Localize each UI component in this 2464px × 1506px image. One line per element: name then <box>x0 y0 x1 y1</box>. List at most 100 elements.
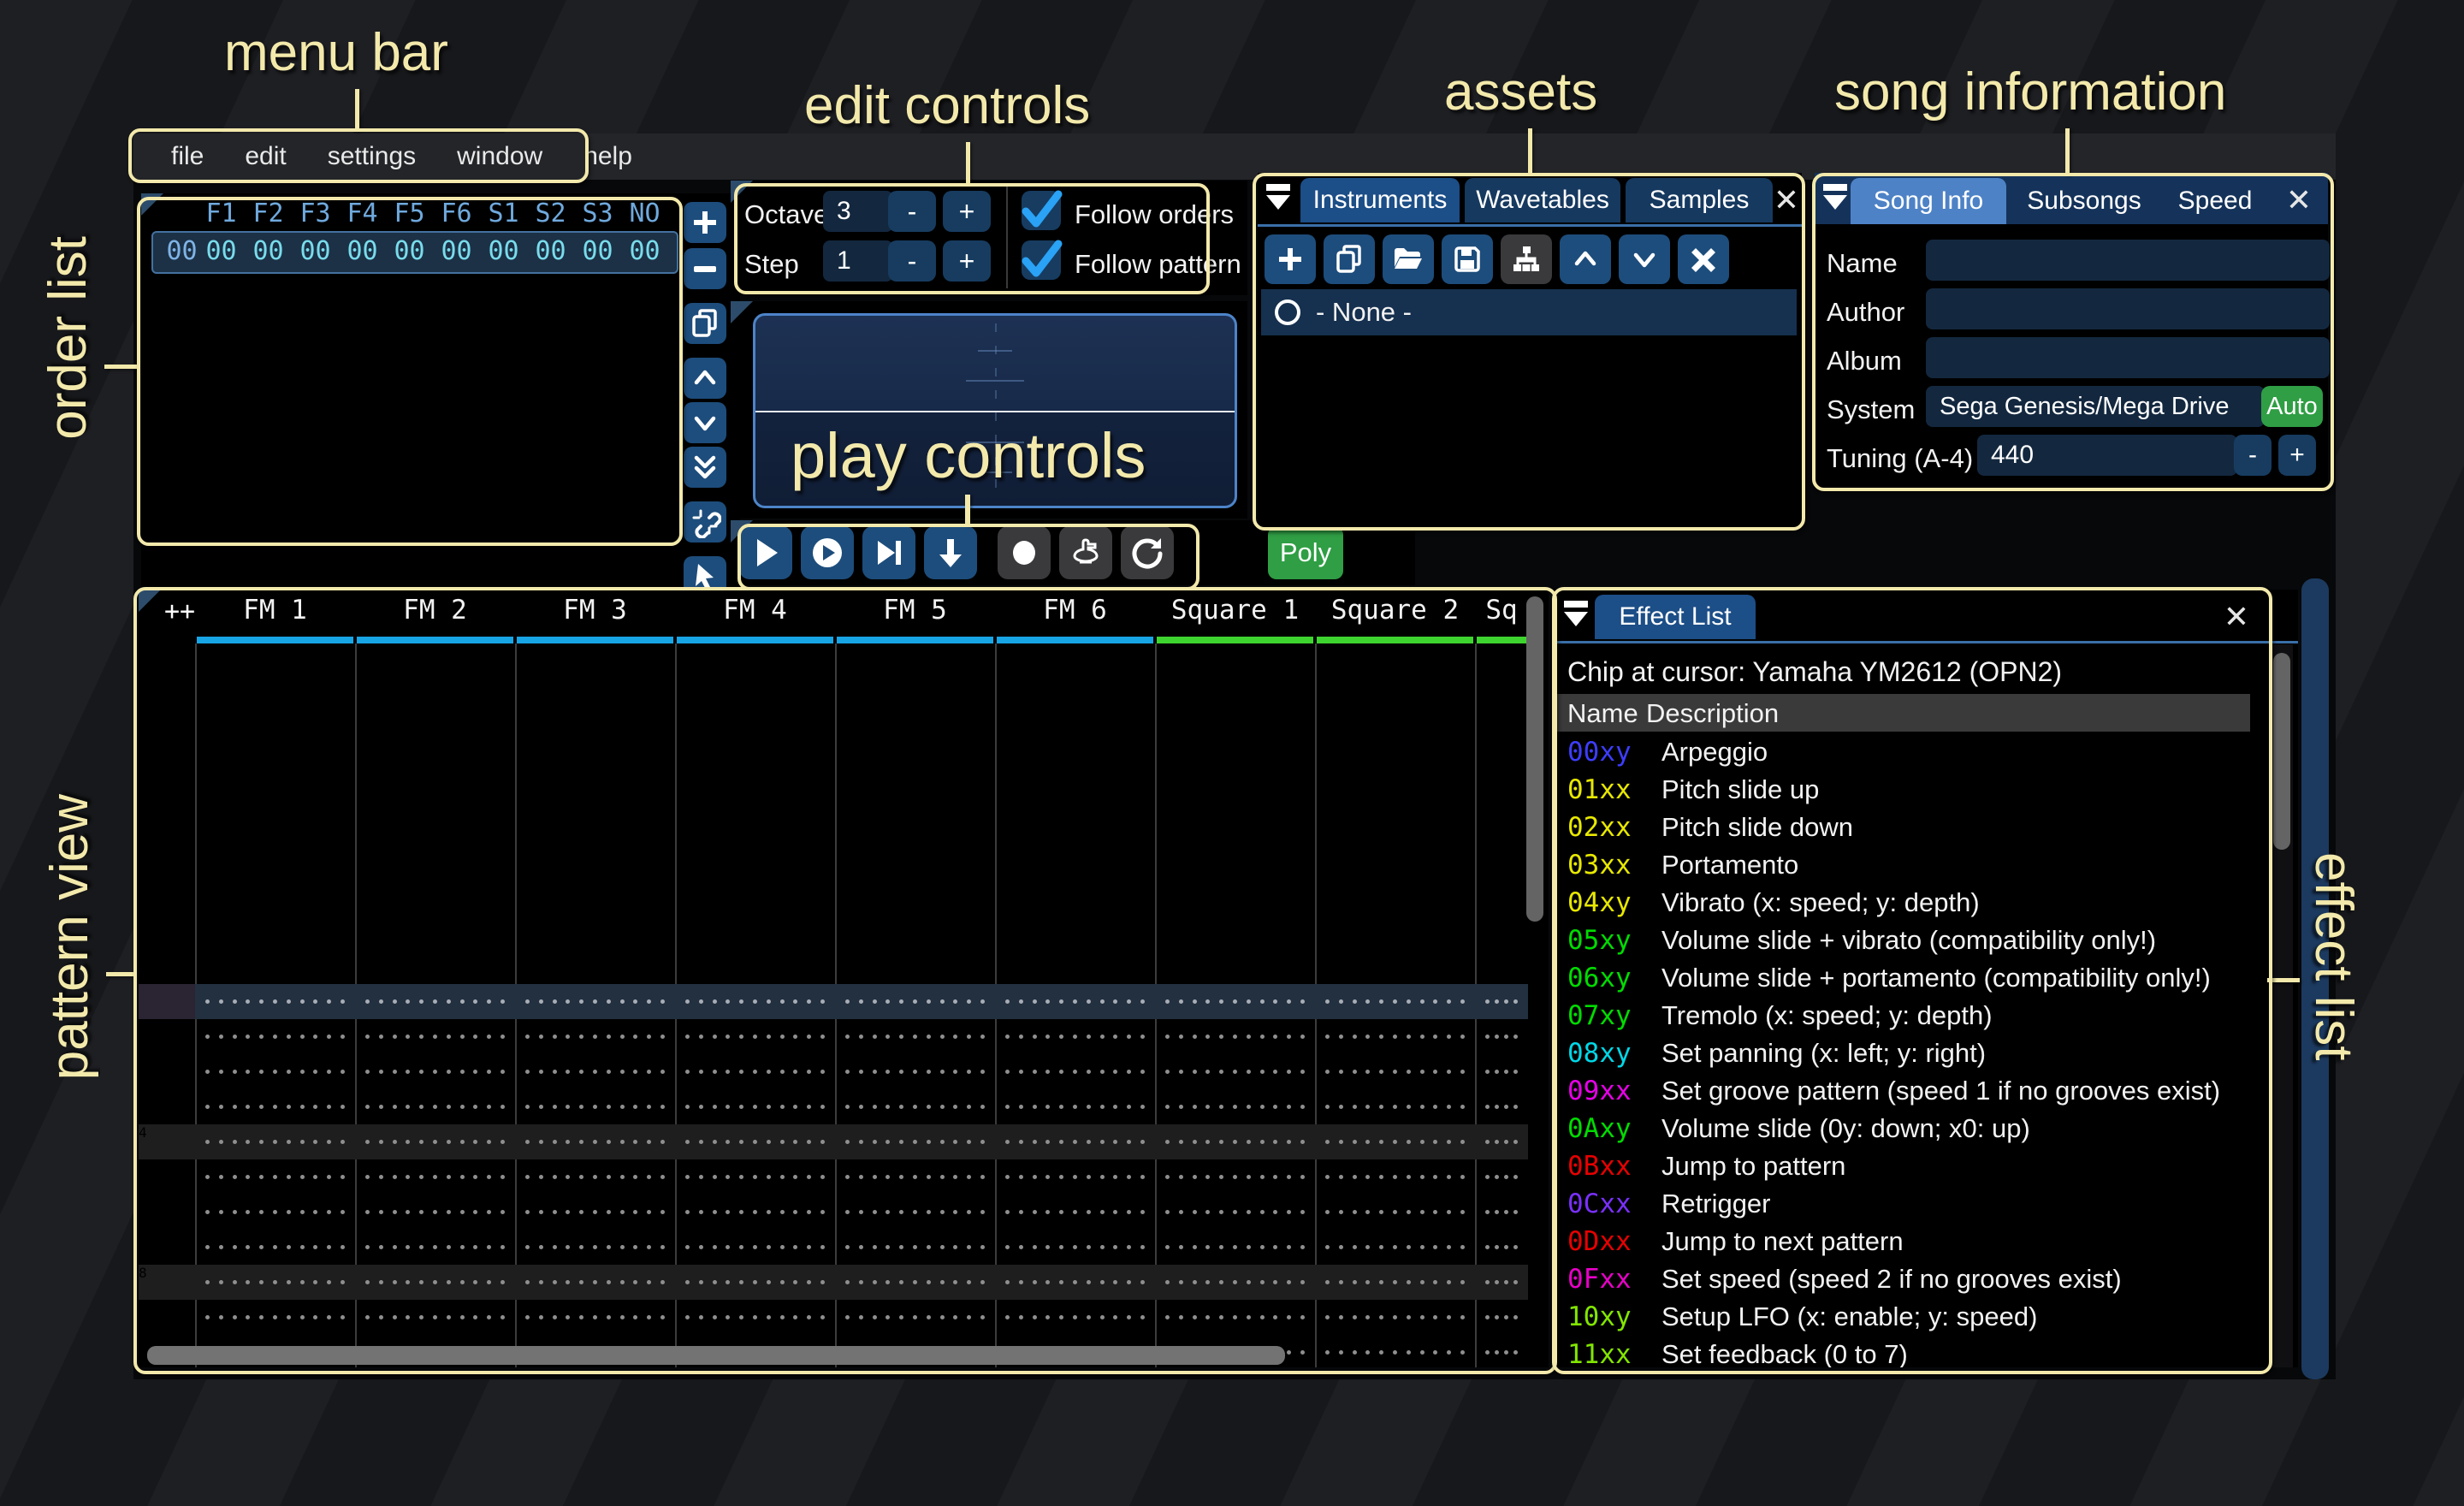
pattern-cell[interactable] <box>995 1265 1155 1300</box>
pattern-cell[interactable] <box>355 1195 515 1230</box>
effect-row-08xy[interactable]: 08xy Set panning (x: left; y: right) <box>1567 1038 1986 1069</box>
pattern-cell[interactable] <box>195 1019 355 1054</box>
close-icon[interactable]: ✕ <box>2221 599 2252 634</box>
pattern-cell[interactable] <box>995 1300 1155 1335</box>
pattern-cell[interactable] <box>835 1159 995 1195</box>
pattern-row[interactable]: 6 <box>139 1195 1528 1230</box>
pattern-cell[interactable] <box>515 1159 675 1195</box>
pattern-cell[interactable] <box>355 1230 515 1265</box>
move-up-button[interactable] <box>684 358 726 399</box>
order-cell[interactable]: 00 <box>621 236 668 266</box>
pattern-cell[interactable] <box>1155 1230 1315 1265</box>
move-up-button[interactable] <box>1560 234 1611 284</box>
collapse-window-icon[interactable] <box>1265 183 1294 212</box>
order-cell[interactable]: 00 <box>339 236 386 266</box>
order-cell[interactable]: 00 <box>198 236 245 266</box>
pattern-cell[interactable] <box>1315 1054 1475 1089</box>
pattern-cell[interactable] <box>675 1089 835 1124</box>
pattern-cell[interactable] <box>515 1195 675 1230</box>
pattern-cell[interactable] <box>515 1265 675 1300</box>
effect-vertical-scrollbar[interactable] <box>2273 653 2290 850</box>
author-input[interactable] <box>1926 288 2330 329</box>
channel-header-fm-6[interactable]: FM 6 <box>995 595 1155 626</box>
pattern-cell[interactable] <box>1155 984 1315 1019</box>
effect-row-02xx[interactable]: 02xx Pitch slide down <box>1567 812 1853 843</box>
pattern-cell[interactable] <box>355 1300 515 1335</box>
pattern-cell[interactable] <box>995 1054 1155 1089</box>
effect-row-11xx[interactable]: 11xx Set feedback (0 to 7) <box>1567 1339 1908 1367</box>
menu-item-edit[interactable]: edit <box>224 142 306 171</box>
tab-song-info[interactable]: Song Info <box>1851 178 2006 224</box>
effect-row-0Fxx[interactable]: 0Fxx Set speed (speed 2 if no grooves exi… <box>1567 1264 2122 1295</box>
pattern-cell[interactable] <box>1475 1159 1528 1195</box>
pattern-cell[interactable] <box>195 1265 355 1300</box>
channel-header-sq[interactable]: Sq <box>1475 595 1528 626</box>
repeat-pattern-button[interactable] <box>1121 526 1174 579</box>
pattern-cell[interactable] <box>675 1265 835 1300</box>
tab-subsongs[interactable]: Subsongs <box>2017 178 2152 224</box>
pattern-cell[interactable] <box>515 984 675 1019</box>
add-button[interactable] <box>1265 234 1316 284</box>
pattern-cell[interactable] <box>1315 1019 1475 1054</box>
effect-row-0Axy[interactable]: 0Axy Volume slide (0y: down; x0: up) <box>1567 1113 2030 1144</box>
pattern-cell[interactable] <box>1315 1300 1475 1335</box>
move-down-button[interactable] <box>684 402 726 443</box>
tab-wavetables[interactable]: Wavetables <box>1465 178 1620 222</box>
pattern-cell[interactable] <box>995 1195 1155 1230</box>
menu-item-settings[interactable]: settings <box>307 142 436 171</box>
add-button[interactable] <box>684 202 726 243</box>
order-cell[interactable]: 00 <box>527 236 574 266</box>
pattern-cell[interactable] <box>1315 1265 1475 1300</box>
pattern-cell[interactable] <box>995 984 1155 1019</box>
pattern-cell[interactable] <box>1155 1089 1315 1124</box>
channel-header-square-2[interactable]: Square 2 <box>1315 595 1475 626</box>
pattern-row[interactable]: 7 <box>139 1230 1528 1265</box>
order-cell[interactable]: 00 <box>292 236 339 266</box>
pattern-cell[interactable] <box>1475 1230 1528 1265</box>
pattern-cell[interactable] <box>515 1230 675 1265</box>
menu-item-window[interactable]: window <box>436 142 563 171</box>
pattern-cell[interactable] <box>995 1159 1155 1195</box>
pattern-cell[interactable] <box>675 1195 835 1230</box>
pattern-corner-label[interactable]: ++ <box>164 596 195 626</box>
pattern-cell[interactable] <box>1475 1019 1528 1054</box>
pattern-cell[interactable] <box>355 1054 515 1089</box>
pattern-cell[interactable] <box>835 984 995 1019</box>
pattern-cell[interactable] <box>195 1159 355 1195</box>
pattern-row[interactable]: 5 <box>139 1159 1528 1195</box>
tab-speed[interactable]: Speed <box>2164 178 2266 224</box>
tab-samples[interactable]: Samples <box>1626 178 1773 222</box>
pattern-cell[interactable] <box>1315 1195 1475 1230</box>
pattern-cell[interactable] <box>1155 1195 1315 1230</box>
pattern-cell[interactable] <box>675 1230 835 1265</box>
effect-row-0Dxx[interactable]: 0Dxx Jump to next pattern <box>1567 1226 1904 1257</box>
order-cell[interactable]: 00 <box>480 236 527 266</box>
effect-row-01xx[interactable]: 01xx Pitch slide up <box>1567 774 1819 805</box>
tuning-minus-button[interactable]: - <box>2234 435 2272 476</box>
step-minus-button[interactable]: - <box>888 240 936 282</box>
pattern-cell[interactable] <box>675 1019 835 1054</box>
menu-item-file[interactable]: file <box>151 142 224 171</box>
collapse-window-icon[interactable] <box>1821 183 1851 212</box>
pattern-cell[interactable] <box>1475 1335 1528 1367</box>
toggle-folders-button[interactable] <box>1501 234 1552 284</box>
pattern-cell[interactable] <box>515 1054 675 1089</box>
effect-row-03xx[interactable]: 03xx Portamento <box>1567 850 1798 880</box>
pattern-cell[interactable] <box>1475 1054 1528 1089</box>
name-input[interactable] <box>1926 240 2330 281</box>
order-cell[interactable]: 00 <box>386 236 433 266</box>
step-plus-button[interactable]: + <box>943 240 991 282</box>
pattern-cell[interactable] <box>835 1195 995 1230</box>
duplicate-button[interactable] <box>684 303 726 344</box>
pattern-cell[interactable] <box>995 1230 1155 1265</box>
duplicate-button[interactable] <box>1324 234 1375 284</box>
save-button[interactable] <box>1442 234 1493 284</box>
order-cell[interactable]: 00 <box>245 236 292 266</box>
pattern-cell[interactable] <box>835 1265 995 1300</box>
album-input[interactable] <box>1926 337 2330 378</box>
pattern-cell[interactable] <box>835 1019 995 1054</box>
pattern-cell[interactable] <box>1155 1124 1315 1159</box>
tab-instruments[interactable]: Instruments <box>1300 178 1460 222</box>
pattern-cell[interactable] <box>1475 1265 1528 1300</box>
pattern-cell[interactable] <box>195 1124 355 1159</box>
